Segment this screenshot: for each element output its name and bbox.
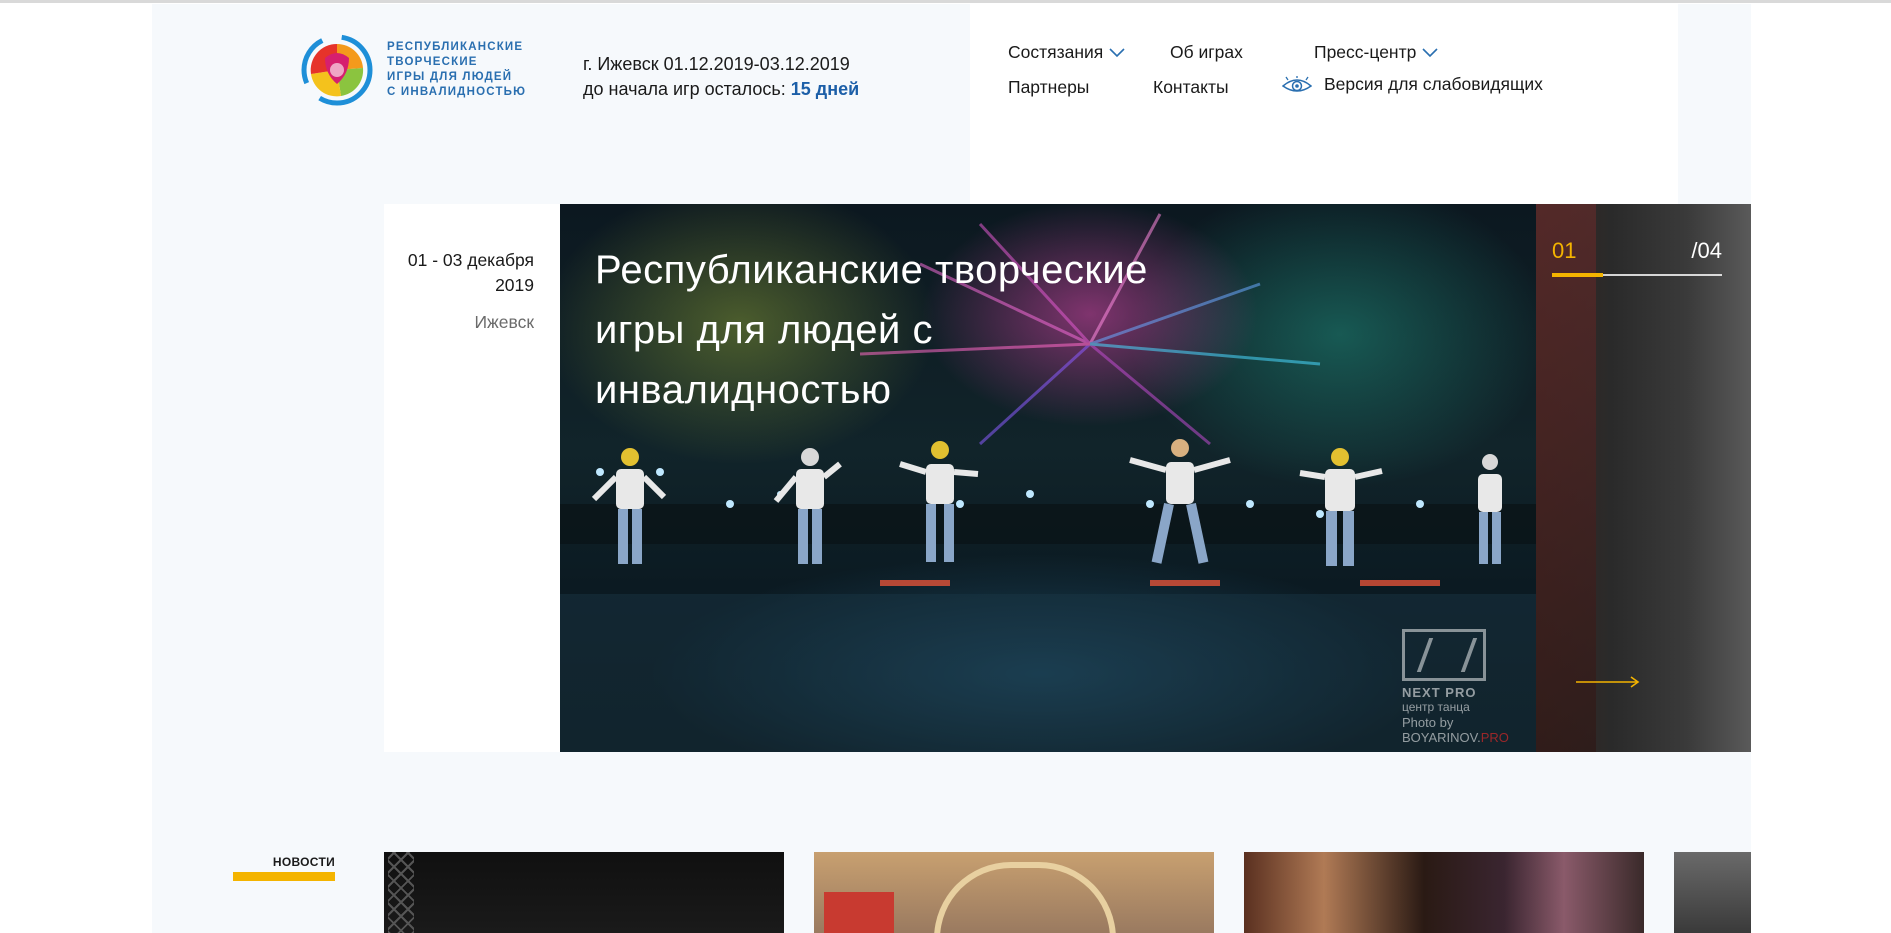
preview-curtain (1536, 204, 1596, 752)
news-card[interactable] (384, 852, 784, 933)
site-logo[interactable]: РЕСПУБЛИКАНСКИЕ ТВОРЧЕСКИЕ ИГРЫ ДЛЯ ЛЮДЕ… (301, 34, 526, 106)
countdown-prefix: до начала игр осталось: (583, 79, 786, 99)
slide-progress-fill (1552, 273, 1603, 277)
logo-line: С ИНВАЛИДНОСТЬЮ (387, 86, 527, 98)
hero-side-panel: 01 - 03 декабря 2019 Ижевск (384, 204, 560, 752)
hero-title: Республиканские творческие игры для люде… (595, 248, 1148, 412)
news-section-label: НОВОСТИ (272, 855, 335, 869)
nav-item-label: Пресс-центр (1314, 42, 1417, 62)
nav-item-label: Об играх (1170, 42, 1243, 62)
nav-item-label: Версия для слабовидящих (1324, 74, 1543, 94)
logo-emblem-icon (301, 34, 373, 106)
watermark-photo-by: Photo by (1402, 715, 1454, 730)
watermark-brand: NEXT PRO (1402, 685, 1477, 700)
next-slide-preview[interactable]: 01 /04 (1536, 204, 1751, 752)
nav-item-press-center[interactable]: Пресс-центр (1314, 42, 1438, 63)
hero-date-line: 2019 (495, 275, 534, 295)
chevron-down-icon (1422, 48, 1438, 58)
slide-counter: 01 /04 (1552, 238, 1722, 277)
chevron-down-icon (1109, 48, 1125, 58)
nav-item-about[interactable]: Об играх (1170, 42, 1243, 63)
hero-date-line: 01 - 03 декабря (407, 250, 534, 270)
nav-item-contacts[interactable]: Контакты (1153, 77, 1229, 98)
news-label-underline (233, 872, 335, 881)
browser-top-border (0, 0, 1891, 3)
nav-item-label: Партнеры (1008, 77, 1090, 97)
nav-item-label: Контакты (1153, 77, 1229, 97)
watermark-author-main: BOYARINOV. (1402, 730, 1481, 745)
news-card[interactable] (1674, 852, 1751, 933)
logo-text: РЕСПУБЛИКАНСКИЕ ТВОРЧЕСКИЕ ИГРЫ ДЛЯ ЛЮДЕ… (387, 40, 526, 100)
slide-current: 01 (1552, 238, 1577, 263)
arrow-right-icon[interactable] (1576, 676, 1640, 688)
watermark-subtitle: центр танца (1402, 700, 1470, 714)
nav-item-accessibility-version[interactable]: Версия для слабовидящих (1282, 74, 1543, 95)
event-dates: г. Ижевск 01.12.2019-03.12.2019 (583, 54, 850, 74)
logo-line: ТВОРЧЕСКИЕ (387, 56, 478, 68)
watermark-logo-icon (1402, 629, 1486, 681)
news-card[interactable] (1244, 852, 1644, 933)
nav-item-competitions[interactable]: Состязания (1008, 42, 1125, 63)
hero-date: 01 - 03 декабря 2019 (408, 248, 534, 298)
logo-line: ИГРЫ ДЛЯ ЛЮДЕЙ (387, 71, 513, 83)
watermark-author-suffix: PRO (1480, 730, 1509, 745)
countdown: до начала игр осталось: 15 дней (583, 77, 859, 102)
countdown-value: 15 дней (790, 79, 860, 99)
news-card[interactable] (814, 852, 1214, 933)
slide-progress-track (1552, 273, 1722, 277)
nav-item-label: Состязания (1008, 42, 1104, 62)
event-info: г. Ижевск 01.12.2019-03.12.2019 до начал… (583, 52, 859, 102)
logo-line: РЕСПУБЛИКАНСКИЕ (387, 41, 524, 53)
nav-item-partners[interactable]: Партнеры (1008, 77, 1089, 98)
nav-panel (970, 4, 1678, 204)
slide-total: /04 (1691, 238, 1722, 263)
photo-watermark: NEXT PRO центр танца Photo by BOYARINOV.… (1402, 629, 1509, 745)
hero-city: Ижевск (474, 312, 534, 332)
watermark-author: BOYARINOV.PRO (1402, 730, 1509, 745)
eye-icon (1282, 76, 1312, 93)
hero-slide[interactable]: Республиканские творческие игры для люде… (560, 204, 1536, 752)
